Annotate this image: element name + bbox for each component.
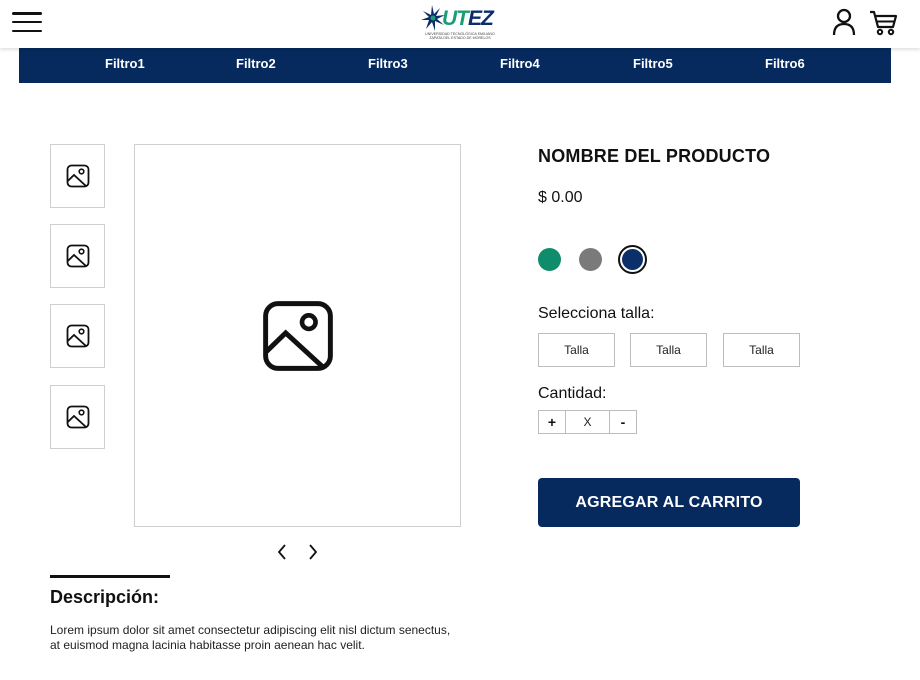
quantity-input[interactable] xyxy=(565,410,610,434)
product-price: $ 0.00 xyxy=(538,189,583,206)
logo-wordmark-ez: EZ xyxy=(468,7,494,30)
description-title: Descripción: xyxy=(50,587,160,607)
filter-item-2[interactable]: Filtro2 xyxy=(236,56,276,71)
filter-item-5[interactable]: Filtro5 xyxy=(633,56,673,71)
utez-logo[interactable]: UTEZ UNIVERSIDAD TECNOLÓGICA EMILIANO ZA… xyxy=(420,3,498,45)
cart-button[interactable] xyxy=(869,9,899,37)
gallery-next-button[interactable] xyxy=(305,543,321,561)
image-placeholder-icon xyxy=(66,405,89,429)
quantity-increase-button[interactable]: + xyxy=(538,410,566,434)
chevron-right-icon xyxy=(309,544,318,560)
logo-subtitle: UNIVERSIDAD TECNOLÓGICA EMILIANO ZAPATA … xyxy=(425,32,495,41)
filter-bar: Filtro1 Filtro2 Filtro3 Filtro4 Filtro5 … xyxy=(19,48,891,83)
quantity-decrease-button[interactable]: - xyxy=(609,410,637,434)
hamburger-icon-bar xyxy=(12,29,42,32)
cart-icon xyxy=(870,10,898,36)
image-placeholder-icon xyxy=(66,324,89,348)
add-to-cart-button[interactable]: AGREGAR AL CARRITO xyxy=(538,478,800,527)
main-product-image xyxy=(134,144,461,527)
user-icon xyxy=(832,8,856,36)
thumbnail-2[interactable] xyxy=(50,224,105,288)
top-header: UTEZ UNIVERSIDAD TECNOLÓGICA EMILIANO ZA… xyxy=(0,0,920,48)
color-swatch-green[interactable] xyxy=(538,248,561,271)
thumbnail-4[interactable] xyxy=(50,385,105,449)
hamburger-menu-button[interactable] xyxy=(12,10,42,34)
hamburger-icon xyxy=(12,12,42,15)
quantity-label: Cantidad: xyxy=(538,385,607,402)
hamburger-icon-bar xyxy=(12,20,42,24)
image-placeholder-icon xyxy=(66,164,89,188)
thumbnail-1[interactable] xyxy=(50,144,105,208)
filter-item-6[interactable]: Filtro6 xyxy=(765,56,805,71)
size-option-2[interactable]: Talla xyxy=(630,333,707,367)
image-placeholder-icon xyxy=(262,300,333,371)
size-option-3[interactable]: Talla xyxy=(723,333,800,367)
color-swatch-gray[interactable] xyxy=(579,248,602,271)
image-placeholder-icon xyxy=(66,244,89,268)
color-swatch-navy-selected[interactable] xyxy=(618,245,647,274)
thumbnail-3[interactable] xyxy=(50,304,105,368)
size-label: Selecciona talla: xyxy=(538,305,655,322)
gallery-prev-button[interactable] xyxy=(274,543,290,561)
product-name: NOMBRE DEL PRODUCTO xyxy=(538,146,771,166)
description-divider xyxy=(50,575,170,578)
filter-item-4[interactable]: Filtro4 xyxy=(500,56,540,71)
filter-item-1[interactable]: Filtro1 xyxy=(105,56,145,71)
size-option-1[interactable]: Talla xyxy=(538,333,615,367)
description-text: Lorem ipsum dolor sit amet consectetur a… xyxy=(50,623,451,652)
user-account-button[interactable] xyxy=(832,8,856,36)
logo-wordmark: UTEZ xyxy=(442,7,494,31)
chevron-left-icon xyxy=(277,544,286,560)
logo-wordmark-ut: UT xyxy=(442,7,469,30)
filter-item-3[interactable]: Filtro3 xyxy=(368,56,408,71)
